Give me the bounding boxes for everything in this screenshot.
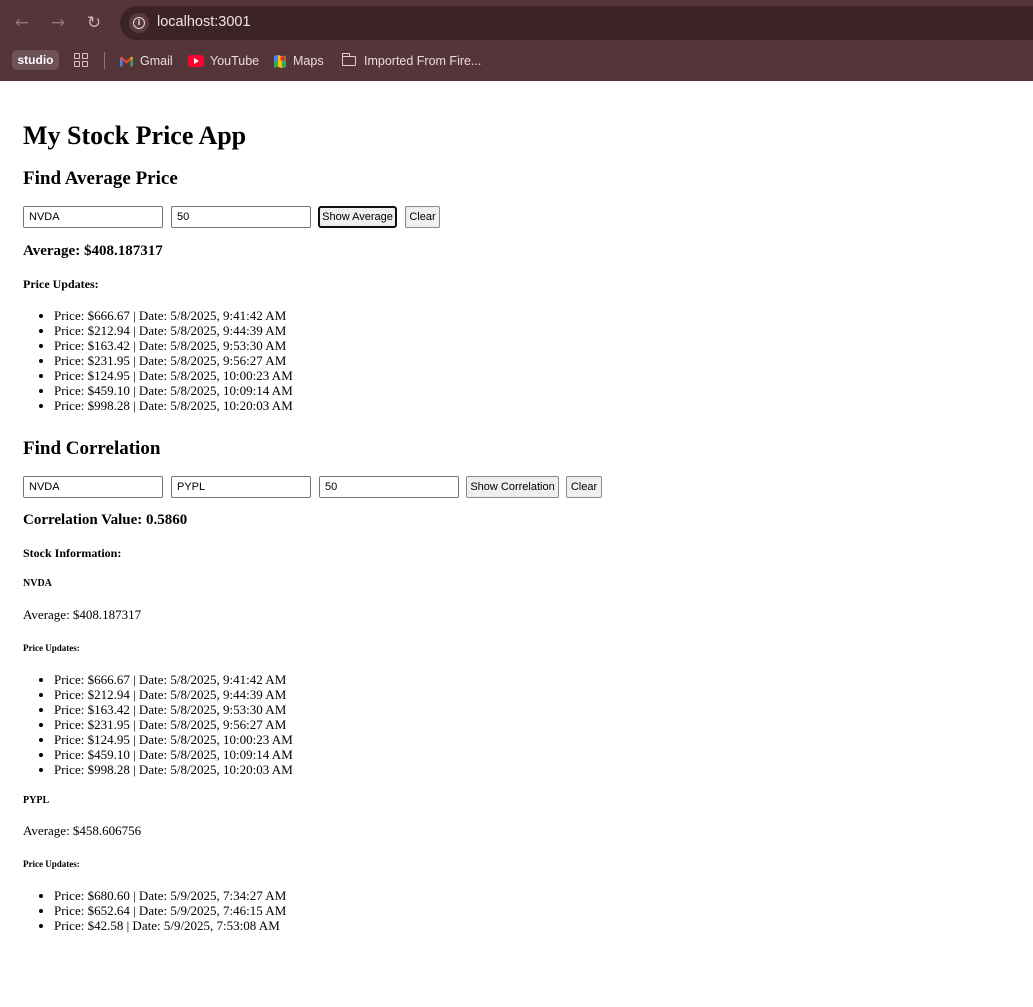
price-update-item: Price: $42.58 | Date: 5/9/2025, 7:53:08 … [54,918,286,933]
bookmark-studio[interactable]: studio [12,50,59,70]
stock-average: Average: $408.187317 [23,607,142,622]
bookmarks-separator [104,52,105,69]
correlation-section-heading: Find Correlation [23,438,161,459]
bookmark-maps[interactable]: Maps [273,50,324,72]
price-update-item: Price: $998.28 | Date: 5/8/2025, 10:20:0… [54,762,293,777]
price-update-item: Price: $124.95 | Date: 5/8/2025, 10:00:2… [54,732,293,747]
browser-chrome: ← → ↻ i localhost:3001 studio Gmail YouT… [0,0,1033,81]
bookmark-label: Maps [293,54,324,68]
price-update-item: Price: $998.28 | Date: 5/8/2025, 10:20:0… [54,398,293,413]
price-update-item: Price: $666.67 | Date: 5/8/2025, 9:41:42… [54,672,293,687]
price-update-item: Price: $124.95 | Date: 5/8/2025, 10:00:2… [54,368,293,383]
folder-icon [341,53,356,66]
bookmarks-bar: studio Gmail YouTube Maps Imported From … [0,46,1033,76]
price-update-item: Price: $163.42 | Date: 5/8/2025, 9:53:30… [54,702,293,717]
reload-icon[interactable]: ↻ [79,8,109,38]
stock-ticker-heading: PYPL [23,795,50,806]
bookmark-label: Gmail [140,54,173,68]
price-update-item: Price: $212.94 | Date: 5/8/2025, 9:44:39… [54,323,293,338]
site-info-icon[interactable]: i [129,13,149,33]
average-section-heading: Find Average Price [23,168,178,189]
price-update-item: Price: $212.94 | Date: 5/8/2025, 9:44:39… [54,687,293,702]
clear-correlation-button[interactable]: Clear [566,476,602,498]
stock-price-updates-list: Price: $666.67 | Date: 5/8/2025, 9:41:42… [23,672,293,777]
show-correlation-button[interactable]: Show Correlation [466,476,559,498]
clear-average-button[interactable]: Clear [405,206,440,228]
correlation-ticker2-input[interactable]: PYPL [171,476,311,498]
correlation-result: Correlation Value: 0.5860 [23,512,188,528]
gmail-icon [120,56,133,66]
price-update-item: Price: $680.60 | Date: 5/9/2025, 7:34:27… [54,888,286,903]
maps-icon [274,54,286,68]
price-update-item: Price: $666.67 | Date: 5/8/2025, 9:41:42… [54,308,293,323]
bookmark-gmail[interactable]: Gmail [119,50,173,72]
bookmark-label: Imported From Fire... [364,54,482,68]
price-update-item: Price: $459.10 | Date: 5/8/2025, 10:09:1… [54,383,293,398]
correlation-minutes-input[interactable]: 50 [319,476,459,498]
stock-updates-heading: Price Updates: [23,643,80,653]
bookmark-label: YouTube [210,54,260,68]
price-update-item: Price: $459.10 | Date: 5/8/2025, 10:09:1… [54,747,293,762]
forward-arrow-icon[interactable]: → [43,8,73,38]
price-update-item: Price: $231.95 | Date: 5/8/2025, 9:56:27… [54,717,293,732]
price-update-item: Price: $652.64 | Date: 5/9/2025, 7:46:15… [54,903,286,918]
page-title: My Stock Price App [23,121,247,150]
youtube-icon [188,55,204,67]
show-average-button[interactable]: Show Average [318,206,397,228]
stock-ticker-heading: NVDA [23,578,52,589]
bookmark-folder-imported[interactable]: Imported From Fire... [341,50,482,72]
stock-average: Average: $458.606756 [23,823,142,838]
bookmark-youtube[interactable]: YouTube [188,50,259,72]
apps-grid-icon[interactable] [74,53,88,67]
url-text[interactable]: localhost:3001 [157,14,251,30]
price-update-item: Price: $163.42 | Date: 5/8/2025, 9:53:30… [54,338,293,353]
stock-price-updates-list: Price: $680.60 | Date: 5/9/2025, 7:34:27… [23,888,286,933]
stock-updates-heading: Price Updates: [23,859,80,869]
average-price-updates-list: Price: $666.67 | Date: 5/8/2025, 9:41:42… [23,308,293,413]
average-updates-heading: Price Updates: [23,277,99,291]
price-update-item: Price: $231.95 | Date: 5/8/2025, 9:56:27… [54,353,293,368]
average-ticker-input[interactable]: NVDA [23,206,163,228]
back-arrow-icon[interactable]: ← [7,8,37,38]
average-minutes-input[interactable]: 50 [171,206,311,228]
correlation-ticker1-input[interactable]: NVDA [23,476,163,498]
stock-information-heading: Stock Information: [23,546,122,560]
address-bar[interactable]: i localhost:3001 [120,6,1033,40]
navigation-bar: ← → ↻ i localhost:3001 [0,0,1033,45]
average-result: Average: $408.187317 [23,243,163,259]
